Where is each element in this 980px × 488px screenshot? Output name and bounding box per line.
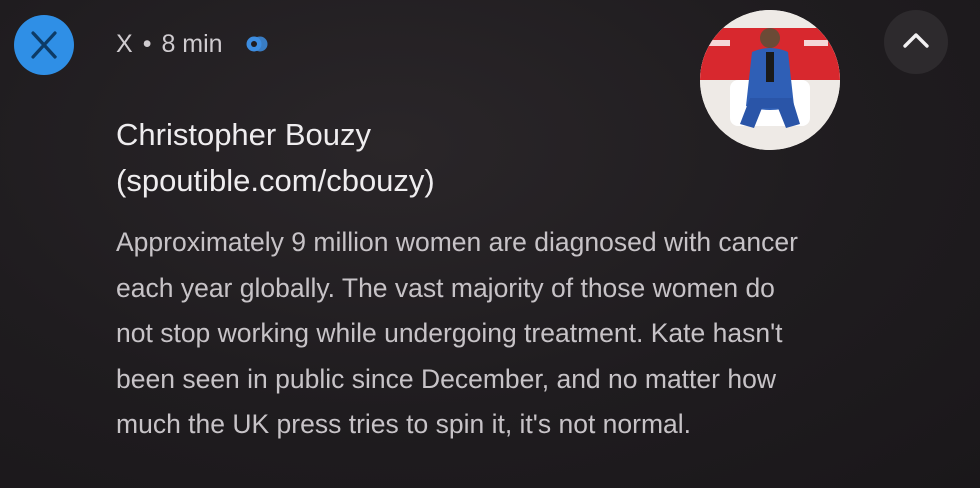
time-ago: 8 min bbox=[161, 29, 223, 58]
avatar bbox=[700, 10, 840, 150]
notification-body: Approximately 9 million women are diagno… bbox=[116, 220, 966, 448]
author-link: (spoutible.com/cbouzy) bbox=[116, 163, 435, 198]
body-line: Approximately 9 million women are diagno… bbox=[116, 227, 798, 257]
notification-source-row: X • 8 min bbox=[116, 28, 271, 60]
app-name: X bbox=[116, 29, 133, 58]
body-line: not stop working while undergoing treatm… bbox=[116, 318, 783, 348]
notification-title: Christopher Bouzy (spoutible.com/cbouzy) bbox=[116, 112, 676, 204]
body-line: been seen in public since December, and … bbox=[116, 363, 776, 394]
collapse-button[interactable] bbox=[884, 10, 948, 74]
separator-dot: • bbox=[142, 29, 152, 58]
sync-icon bbox=[243, 33, 271, 55]
author-name: Christopher Bouzy bbox=[116, 117, 372, 152]
body-line: much the UK press tries to spin it, it's… bbox=[116, 409, 692, 439]
body-line: each year globally. The vast majority of… bbox=[116, 272, 775, 303]
notification-card[interactable]: X • 8 min Christopher Bouzy (spoutible.c… bbox=[0, 0, 980, 488]
chevron-up-icon bbox=[902, 31, 930, 54]
x-logo-icon bbox=[14, 15, 74, 75]
